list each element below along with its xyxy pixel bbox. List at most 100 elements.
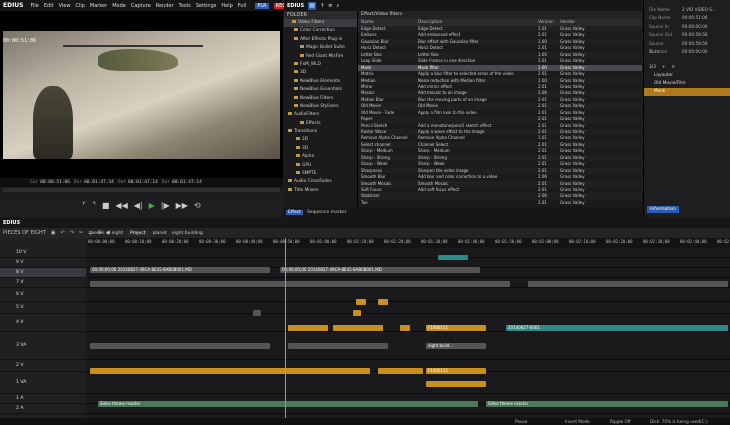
folder-item[interactable]: 2D [284,136,357,144]
folder-item[interactable]: NewBlue Stylizers [284,103,357,111]
clip-video[interactable] [288,325,328,331]
menu-marker[interactable]: Marker [90,3,107,9]
clip-video[interactable] [353,310,361,316]
folder-item[interactable]: Audio CrossFades [284,178,357,186]
track-lane[interactable] [88,372,730,394]
track-header[interactable]: 7 V [0,278,86,288]
track-header[interactable]: 10 V [0,248,86,258]
folder-item[interactable]: Title Mixers [284,187,357,195]
clip-audio[interactable]: Sides theme master [486,401,728,407]
folder-item[interactable]: GPU [284,162,357,170]
folder-item[interactable]: AudioFilters [284,111,357,119]
folder-item[interactable]: Alpha [284,153,357,161]
track-header[interactable]: 8 V [0,268,86,278]
clip-video[interactable]: 20140827-0001 [506,325,728,331]
track-header[interactable]: 5 V [0,302,86,314]
tab-eight-building[interactable]: eight building [172,231,203,236]
clip-video[interactable] [288,343,388,349]
clip-video[interactable] [378,368,423,374]
stop-icon[interactable]: ■ [102,201,110,210]
menu-full[interactable]: Full [238,3,247,9]
clip-video[interactable]: 00;00;00;00 20140827-49CA-8E45-8AB0B001.… [90,267,270,273]
clip-video[interactable]: F1000111 [426,368,486,374]
folder-view-icon[interactable]: ▤ [308,1,317,10]
folder-item[interactable]: 3D [284,145,357,153]
folder-item[interactable]: NewBlue Elements [284,78,357,86]
track-lane[interactable] [88,302,730,314]
track-header[interactable]: 6 V [0,288,86,302]
col-description[interactable]: Description [418,19,538,26]
track-lane[interactable] [88,288,730,302]
menu-edit[interactable]: Edit [44,3,54,9]
step-forward-icon[interactable]: |▶ [161,201,170,210]
folder-item[interactable]: NewBlue Essentials [284,86,357,94]
undo-icon[interactable]: ↶ [61,230,65,236]
effect-row[interactable]: Toe 2.01 Grass Valley [358,200,642,206]
mark-out-icon[interactable]: ⌝ [92,201,96,210]
player-mode-button[interactable]: PLR [255,2,269,9]
timeline-ruler[interactable]: 00:00:00;00 00:00:10;00 00:00:20;00 00:00:3… [88,238,730,248]
layer-add-icon[interactable]: + [662,64,666,72]
layer-item-selected[interactable]: Mask [644,88,730,97]
col-name[interactable]: Name [358,19,418,26]
rewind-icon[interactable]: ◀◀ [115,201,127,210]
clip-video[interactable] [90,343,270,349]
menu-clip[interactable]: Clip [75,3,84,9]
menu-render[interactable]: Render [156,3,174,9]
mark-in-icon[interactable]: ⌜ [82,201,86,210]
save-icon[interactable]: ▣ [51,230,56,236]
clip-shape[interactable] [253,310,261,316]
track-header[interactable]: 1 A [0,394,86,404]
menu-tools[interactable]: Tools [179,3,191,9]
clip-video[interactable] [356,299,366,305]
clip-video[interactable]: F1000111 [426,325,486,331]
loop-icon[interactable]: ⟲ [194,201,201,210]
folder-item[interactable]: Transitions [284,128,357,136]
menu-help[interactable]: Help [221,3,232,9]
clip-video[interactable] [333,325,383,331]
menu-mode[interactable]: Mode [112,3,126,9]
tab-planet[interactable]: planet [153,231,167,236]
track-header[interactable]: 3 VA [0,332,86,360]
menu-file[interactable]: File [31,3,39,9]
folder-item[interactable]: Color Correction [284,27,357,35]
playhead[interactable] [285,238,286,418]
folder-item[interactable]: After Effects Plug-in [284,36,357,44]
track-header[interactable]: 9 V [0,258,86,268]
search-icon[interactable]: ⌕ [337,3,340,9]
folder-item[interactable]: Red Giant MisFire [284,53,357,61]
folder-item[interactable]: 3D [284,69,357,77]
play-icon[interactable]: ▶ [149,201,155,210]
tab-information[interactable]: Information [647,206,680,213]
menu-view[interactable]: View [59,3,71,9]
preview-scrub-bar[interactable] [3,188,280,192]
folder-item[interactable]: Magic Bullet Suite [284,44,357,52]
redo-icon[interactable]: ↷ [70,230,74,236]
clip-video[interactable]: 00;00;00;00 20140827-49CA-8E45-8AB0B001.… [280,267,480,273]
list-view-icon[interactable]: ≡ [328,3,332,9]
layer-item[interactable]: Old Movie/Film [644,80,730,88]
clip-title[interactable] [438,255,468,260]
menu-settings[interactable]: Settings [196,3,217,9]
col-vendor[interactable]: Vendor [560,19,600,26]
track-lane[interactable] [88,248,730,258]
col-version[interactable]: Version [538,19,560,26]
tab-effect[interactable]: Effect [286,209,303,215]
clip-video[interactable] [90,368,370,374]
clip-audio[interactable]: Sides theme master [98,401,478,407]
menu-capture[interactable]: Capture [131,3,151,9]
fast-forward-icon[interactable]: ▶▶ [176,201,188,210]
clip-video[interactable] [426,381,486,387]
clip-video[interactable] [528,281,728,287]
up-folder-icon[interactable]: ↑ [320,3,324,9]
folder-item[interactable]: NewBlue Filters [284,95,357,103]
clip-video[interactable] [90,281,510,287]
clip-video[interactable] [378,299,388,305]
folder-item[interactable]: FxM_WLD [284,61,357,69]
clip-video[interactable]: eight build... [426,343,486,349]
clip-video[interactable] [400,325,410,331]
folder-item[interactable]: Video Filters [284,19,357,28]
tab-sequence-marker[interactable]: Sequence marker [307,210,347,215]
folder-item[interactable]: SMPTE [284,170,357,178]
track-header[interactable]: 2 A [0,404,86,414]
